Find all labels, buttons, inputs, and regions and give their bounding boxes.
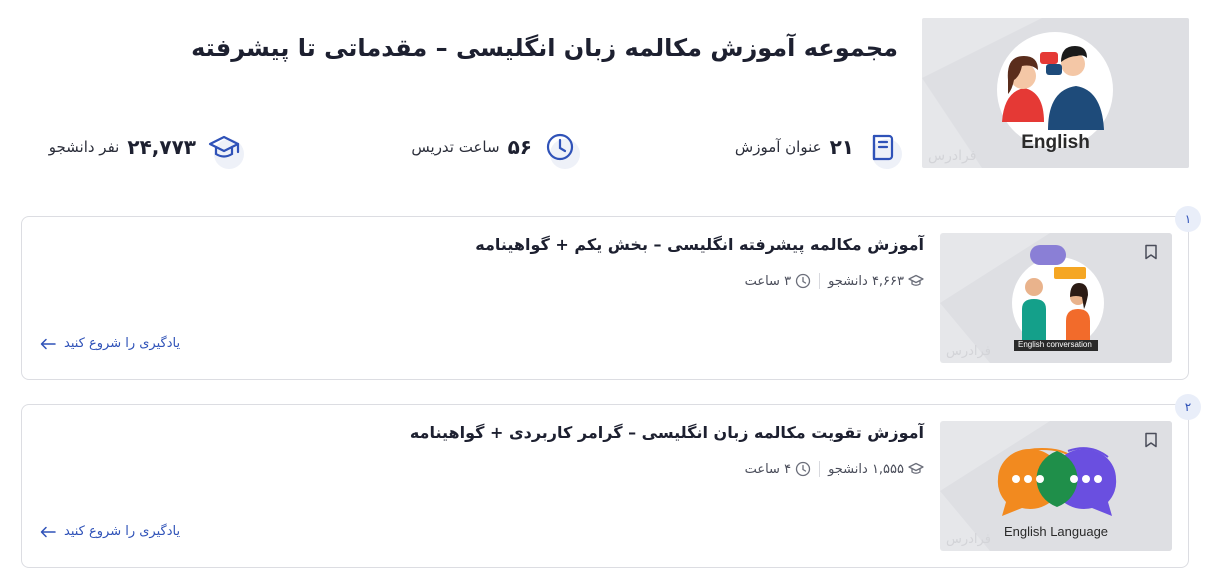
stat-courses-count: ۲۱ عنوان آموزش [734,128,902,169]
clock-icon [795,273,811,289]
course-title[interactable]: آموزش مکالمه پیشرفته انگلیسی – بخش یکم +… [475,235,924,254]
bookmark-icon[interactable] [1144,244,1158,264]
cta-label: یادگیری را شروع کنید [64,336,181,351]
stat-label: عنوان آموزش [734,138,822,156]
watermark: فرادرس [946,344,991,359]
clock-icon [542,129,580,169]
bookmark-icon[interactable] [1144,432,1158,452]
course-meta: ۱,۵۵۵ دانشجو ۴ ساعت [745,461,924,477]
course-meta: ۴,۶۶۳ دانشجو ۳ ساعت [745,273,924,289]
students-label: ۱,۵۵۵ دانشجو [828,461,904,477]
graduation-cap-icon [908,462,924,474]
students-count: ۴,۶۶۳ دانشجو [828,274,924,289]
duration-label: ۴ ساعت [744,461,792,477]
stat-label: نفر دانشجو [48,138,120,156]
course-duration: ۴ ساعت [745,461,812,477]
course-duration: ۳ ساعت [745,273,812,289]
stat-value: ۲۴,۷۷۳ [127,135,196,159]
students-count: ۱,۵۵۵ دانشجو [828,462,924,477]
stat-value: ۲۱ [829,135,854,159]
course-card[interactable]: English conversation فرادرس آموزش مکالمه… [21,216,1189,380]
duration-label: ۳ ساعت [744,273,792,289]
watermark: فرادرس [946,532,991,547]
graduation-cap-icon [908,274,924,286]
course-index-badge: ۱ [1175,206,1201,232]
course-thumbnail[interactable]: English Language فرادرس [940,421,1172,551]
stat-value: ۵۶ [507,135,532,159]
graduation-cap-icon [206,129,244,169]
clock-icon [795,461,811,477]
collection-cover-image: فرادرس English [922,18,1189,168]
stat-label: ساعت تدریس [411,138,500,156]
books-icon [864,129,902,169]
start-learning-link[interactable]: یادگیری را شروع کنید [40,524,180,539]
page-title: مجموعه آموزش مکالمه زبان انگلیسی – مقدما… [191,34,898,62]
arrow-left-icon [40,338,56,349]
course-index-badge: ۲ [1175,394,1201,420]
course-thumbnail[interactable]: English conversation فرادرس [940,233,1172,363]
arrow-left-icon [40,526,56,537]
students-label: ۴,۶۶۳ دانشجو [828,273,904,289]
thumbnail-caption: English conversation [1018,340,1092,349]
start-learning-link[interactable]: یادگیری را شروع کنید [40,336,180,351]
stat-teaching-hours: ۵۶ ساعت تدریس [411,128,580,169]
course-card[interactable]: English Language فرادرس آموزش تقویت مکال… [21,404,1189,568]
stat-students-count: ۲۴,۷۷۳ نفر دانشجو [48,128,244,169]
cover-caption: English [1021,132,1090,153]
divider [819,461,821,477]
divider [819,273,821,289]
cta-label: یادگیری را شروع کنید [64,524,181,539]
course-title[interactable]: آموزش تقویت مکالمه زبان انگلیسی – گرامر … [410,423,924,442]
